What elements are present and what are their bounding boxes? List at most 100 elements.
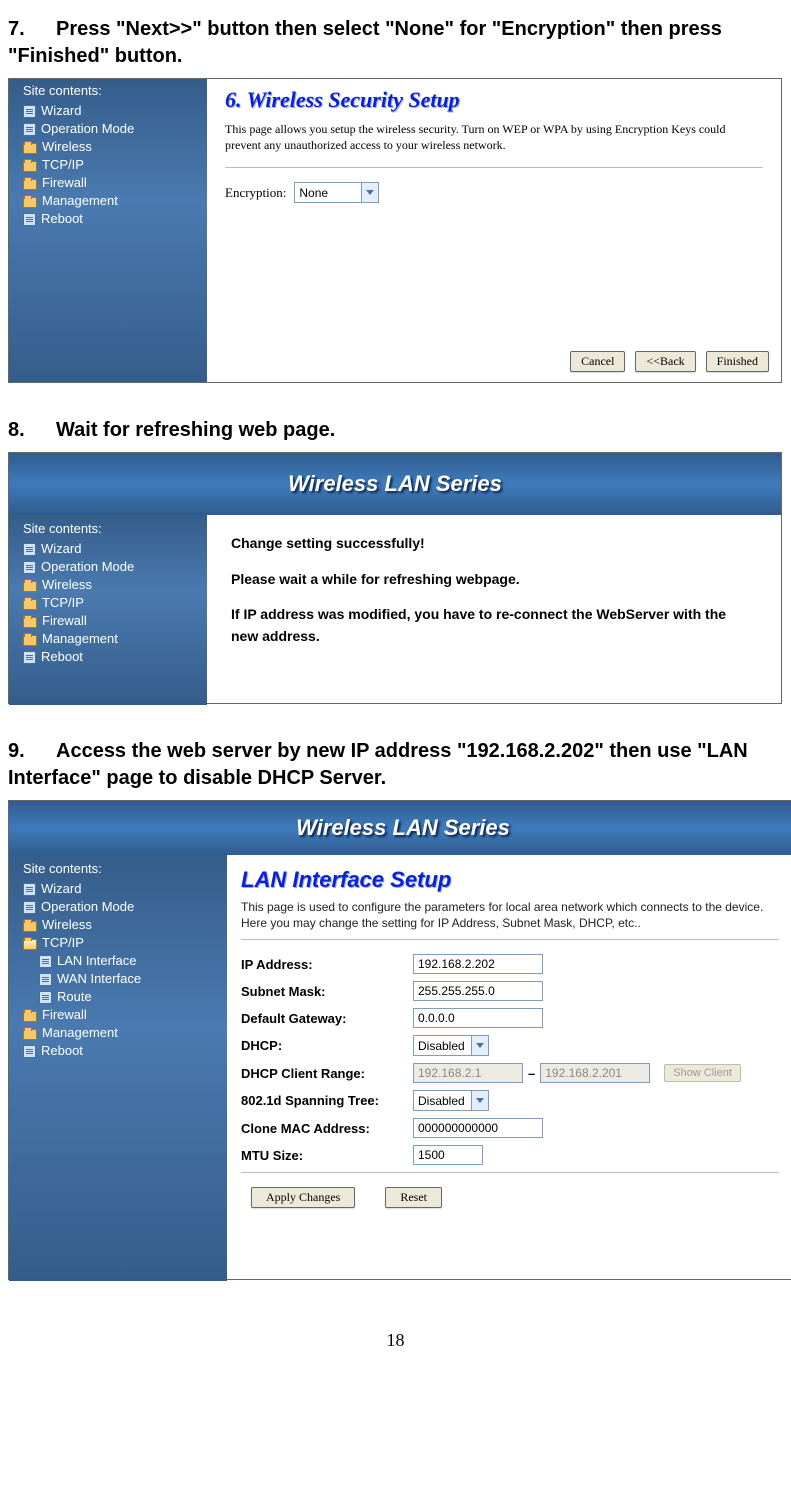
divider bbox=[241, 1172, 779, 1173]
step-number: 7. bbox=[8, 16, 56, 43]
dhcp-value: Disabled bbox=[414, 1039, 471, 1053]
row-stp: 802.1d Spanning Tree: Disabled bbox=[241, 1090, 779, 1111]
finished-button[interactable]: Finished bbox=[706, 351, 769, 372]
sidebar-item-label: Reboot bbox=[41, 1043, 83, 1059]
chevron-down-icon bbox=[471, 1091, 488, 1110]
sidebar-item-label: Route bbox=[57, 989, 92, 1005]
row-mac: Clone MAC Address: bbox=[241, 1118, 779, 1138]
sidebar-item-wizard[interactable]: Wizard bbox=[15, 102, 207, 120]
show-client-button: Show Client bbox=[664, 1064, 741, 1082]
sidebar: Site contents: Wizard Operation Mode Wir… bbox=[9, 79, 207, 382]
sidebar-item-management[interactable]: Management bbox=[15, 1024, 227, 1042]
page-icon bbox=[39, 991, 52, 1004]
folder-icon bbox=[23, 161, 37, 172]
sidebar-item-label: WAN Interface bbox=[57, 971, 141, 987]
sidebar-item-wizard[interactable]: Wizard bbox=[15, 540, 207, 558]
stp-value: Disabled bbox=[414, 1094, 471, 1108]
sidebar-item-management[interactable]: Management bbox=[15, 192, 207, 210]
chevron-down-icon bbox=[361, 183, 378, 202]
cancel-button[interactable]: Cancel bbox=[570, 351, 625, 372]
sidebar-item-operationmode[interactable]: Operation Mode bbox=[15, 558, 207, 576]
mtu-input[interactable] bbox=[413, 1145, 483, 1165]
page-icon bbox=[23, 901, 36, 914]
sidebar: Site contents: Wizard Operation Mode Wir… bbox=[9, 515, 207, 705]
sidebar-item-label: Operation Mode bbox=[41, 559, 134, 575]
range-to-input bbox=[540, 1063, 650, 1083]
sidebar-item-label: Wireless bbox=[42, 577, 92, 593]
status-line-1: Change setting successfully! bbox=[231, 533, 757, 555]
range-from-input bbox=[413, 1063, 523, 1083]
sidebar-item-route[interactable]: Route bbox=[15, 988, 227, 1006]
sidebar-title: Site contents: bbox=[23, 83, 207, 98]
page-title: LAN Interface Setup bbox=[241, 867, 779, 893]
sidebar-item-label: TCP/IP bbox=[42, 157, 84, 173]
ip-input[interactable] bbox=[413, 954, 543, 974]
sidebar-item-wireless[interactable]: Wireless bbox=[15, 138, 207, 156]
instruction-step-8: 8.Wait for refreshing web page. bbox=[8, 417, 783, 444]
sidebar-item-firewall[interactable]: Firewall bbox=[15, 1006, 227, 1024]
folder-icon bbox=[23, 635, 37, 646]
banner-label: Wireless LAN Series bbox=[288, 471, 502, 497]
mask-label: Subnet Mask: bbox=[241, 984, 413, 999]
status-line-2: Please wait a while for refreshing webpa… bbox=[231, 569, 757, 591]
refresh-message: Change setting successfully! Please wait… bbox=[207, 515, 781, 705]
sidebar-item-firewall[interactable]: Firewall bbox=[15, 612, 207, 630]
mac-input[interactable] bbox=[413, 1118, 543, 1138]
sidebar-item-label: Management bbox=[42, 193, 118, 209]
sidebar-item-operationmode[interactable]: Operation Mode bbox=[15, 120, 207, 138]
dhcp-select[interactable]: Disabled bbox=[413, 1035, 489, 1056]
sidebar-item-operationmode[interactable]: Operation Mode bbox=[15, 898, 227, 916]
row-mtu: MTU Size: bbox=[241, 1145, 779, 1165]
reset-button[interactable]: Reset bbox=[385, 1187, 442, 1208]
button-row: Apply Changes Reset bbox=[241, 1187, 779, 1208]
page-icon bbox=[23, 561, 36, 574]
mask-input[interactable] bbox=[413, 981, 543, 1001]
chevron-down-icon bbox=[471, 1036, 488, 1055]
banner: Wireless LAN Series bbox=[9, 453, 781, 515]
status-line-3: If IP address was modified, you have to … bbox=[231, 604, 757, 647]
sidebar-item-wizard[interactable]: Wizard bbox=[15, 880, 227, 898]
back-button[interactable]: <<Back bbox=[635, 351, 695, 372]
sidebar-item-reboot[interactable]: Reboot bbox=[15, 210, 207, 228]
gw-label: Default Gateway: bbox=[241, 1011, 413, 1026]
page-icon bbox=[23, 1045, 36, 1058]
folder-icon bbox=[23, 1011, 37, 1022]
form: IP Address: Subnet Mask: Default Gateway… bbox=[241, 954, 779, 1165]
step-number: 8. bbox=[8, 417, 56, 444]
sidebar-item-management[interactable]: Management bbox=[15, 630, 207, 648]
page-icon bbox=[39, 955, 52, 968]
mtu-label: MTU Size: bbox=[241, 1148, 413, 1163]
stp-select[interactable]: Disabled bbox=[413, 1090, 489, 1111]
sidebar-item-reboot[interactable]: Reboot bbox=[15, 1042, 227, 1060]
sidebar-item-waninterface[interactable]: WAN Interface bbox=[15, 970, 227, 988]
apply-button[interactable]: Apply Changes bbox=[251, 1187, 355, 1208]
page-icon bbox=[23, 883, 36, 896]
sidebar-item-label: Wizard bbox=[41, 541, 81, 557]
sidebar-item-label: Operation Mode bbox=[41, 121, 134, 137]
sidebar-item-wireless[interactable]: Wireless bbox=[15, 916, 227, 934]
folder-icon bbox=[23, 617, 37, 628]
sidebar-item-firewall[interactable]: Firewall bbox=[15, 174, 207, 192]
encryption-select[interactable]: None bbox=[294, 182, 379, 203]
screenshot-lan-interface: Wireless LAN Series Site contents: Wizar… bbox=[8, 800, 791, 1280]
sidebar-item-label: Wizard bbox=[41, 103, 81, 119]
folder-icon bbox=[23, 581, 37, 592]
sidebar-item-tcpip[interactable]: TCP/IP bbox=[15, 156, 207, 174]
sidebar-item-label: TCP/IP bbox=[42, 935, 84, 951]
page-number: 18 bbox=[8, 1330, 783, 1351]
mac-label: Clone MAC Address: bbox=[241, 1121, 413, 1136]
row-mask: Subnet Mask: bbox=[241, 981, 779, 1001]
sidebar-item-tcpip[interactable]: TCP/IP bbox=[15, 594, 207, 612]
sidebar-item-reboot[interactable]: Reboot bbox=[15, 648, 207, 666]
folder-icon bbox=[23, 1029, 37, 1040]
sidebar-item-tcpip[interactable]: TCP/IP bbox=[15, 934, 227, 952]
sidebar-item-label: Firewall bbox=[42, 1007, 87, 1023]
lan-interface-main: LAN Interface Setup This page is used to… bbox=[227, 855, 791, 1281]
row-range: DHCP Client Range: – Show Client bbox=[241, 1063, 779, 1083]
folder-icon bbox=[23, 599, 37, 610]
sidebar-item-laninterface[interactable]: LAN Interface bbox=[15, 952, 227, 970]
gw-input[interactable] bbox=[413, 1008, 543, 1028]
step-text: Wait for refreshing web page. bbox=[56, 419, 335, 441]
sidebar-item-wireless[interactable]: Wireless bbox=[15, 576, 207, 594]
range-dash: – bbox=[523, 1066, 540, 1081]
